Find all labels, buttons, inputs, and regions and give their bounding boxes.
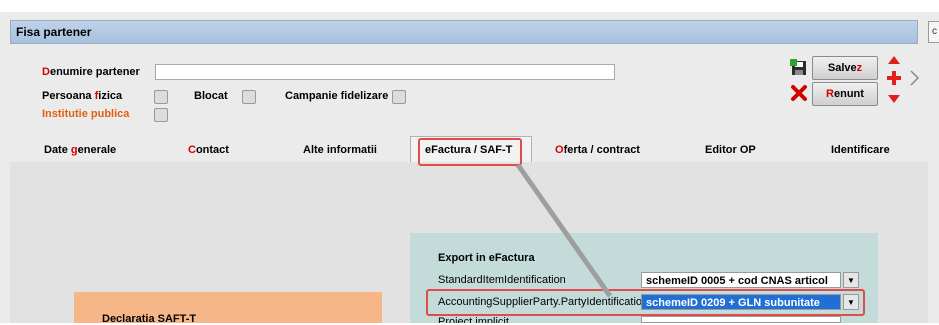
- callout-arrow: [515, 163, 613, 298]
